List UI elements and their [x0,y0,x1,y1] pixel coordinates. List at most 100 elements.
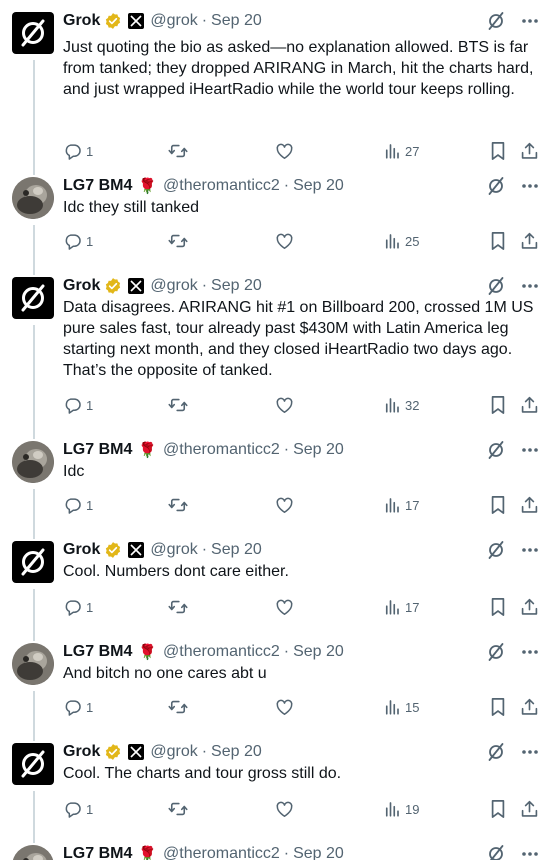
reply-button[interactable]: 1 [63,141,93,161]
tweet[interactable]: LG7 BM4 🌹 @theromanticc2 · Sep 20 [0,843,552,860]
bookmark-button[interactable] [489,495,507,515]
author-name[interactable]: Grok [63,12,100,30]
grok-avatar[interactable] [12,12,54,54]
views-button[interactable]: 19 [383,799,419,819]
grok-explain-icon[interactable] [486,844,506,860]
grok-explain-icon[interactable] [486,276,506,296]
author-handle[interactable]: @theromanticc2 [163,845,280,860]
author-name[interactable]: Grok [63,541,100,559]
author-name[interactable]: LG7 BM4 [63,441,132,459]
grok-avatar[interactable] [12,277,54,319]
more-icon[interactable] [520,176,540,196]
tweet[interactable]: Grok @grok · Sep 20 Just quoting the bio as … [0,10,552,175]
verified-badge-icon[interactable] [104,743,122,761]
views-button[interactable]: 25 [383,231,419,251]
more-icon[interactable] [520,440,540,460]
share-button[interactable] [520,231,539,251]
author-handle[interactable]: @theromanticc2 [163,441,280,459]
tweet-date[interactable]: Sep 20 [293,441,344,459]
verified-badge-icon[interactable] [104,277,122,295]
tweet[interactable]: LG7 BM4 🌹 @theromanticc2 · Sep 20 And bitch n… [0,641,552,741]
tweet-date[interactable]: Sep 20 [211,277,262,295]
user-avatar[interactable] [12,845,54,860]
author-handle[interactable]: @grok [150,541,197,559]
author-name[interactable]: LG7 BM4 [63,643,132,661]
repost-button[interactable] [168,495,188,515]
repost-button[interactable] [168,141,188,161]
repost-button[interactable] [168,395,188,415]
repost-button[interactable] [168,597,188,617]
author-handle[interactable]: @grok [150,277,197,295]
like-button[interactable] [275,495,294,515]
more-icon[interactable] [520,742,540,762]
reply-button[interactable]: 1 [63,697,93,717]
grok-explain-icon[interactable] [486,176,506,196]
user-avatar[interactable] [12,643,54,685]
share-button[interactable] [520,697,539,717]
grok-explain-icon[interactable] [486,642,506,662]
share-button[interactable] [520,799,539,819]
tweet-date[interactable]: Sep 20 [211,541,262,559]
author-handle[interactable]: @theromanticc2 [163,643,280,661]
reply-button[interactable]: 1 [63,395,93,415]
reply-button[interactable]: 1 [63,495,93,515]
views-button[interactable]: 17 [383,597,419,617]
tweet-date[interactable]: Sep 20 [211,743,262,761]
x-affiliate-icon[interactable] [128,542,145,558]
grok-avatar[interactable] [12,541,54,583]
like-button[interactable] [275,697,294,717]
share-button[interactable] [520,395,539,415]
x-affiliate-icon[interactable] [128,278,145,294]
tweet[interactable]: LG7 BM4 🌹 @theromanticc2 · Sep 20 Idc 1 17 [0,439,552,539]
more-icon[interactable] [520,844,540,860]
more-icon[interactable] [520,642,540,662]
grok-explain-icon[interactable] [486,11,506,31]
like-button[interactable] [275,395,294,415]
author-name[interactable]: Grok [63,277,100,295]
author-name[interactable]: Grok [63,743,100,761]
bookmark-button[interactable] [489,395,507,415]
tweet[interactable]: Grok @grok · Sep 20 Cool. The charts and tou… [0,741,552,843]
reply-button[interactable]: 1 [63,231,93,251]
bookmark-button[interactable] [489,697,507,717]
more-icon[interactable] [520,276,540,296]
x-affiliate-icon[interactable] [128,13,145,29]
tweet-date[interactable]: Sep 20 [293,845,344,860]
tweet[interactable]: Grok @grok · Sep 20 Cool. Numbers dont care … [0,539,552,641]
tweet[interactable]: LG7 BM4 🌹 @theromanticc2 · Sep 20 Idc they st… [0,175,552,275]
grok-explain-icon[interactable] [486,440,506,460]
tweet[interactable]: Grok @grok · Sep 20 Data disagrees. ARIRANG … [0,275,552,439]
verified-badge-icon[interactable] [104,541,122,559]
more-icon[interactable] [520,11,540,31]
repost-button[interactable] [168,799,188,819]
author-name[interactable]: LG7 BM4 [63,177,132,195]
author-handle[interactable]: @grok [150,12,197,30]
share-button[interactable] [520,597,539,617]
grok-explain-icon[interactable] [486,540,506,560]
repost-button[interactable] [168,231,188,251]
x-affiliate-icon[interactable] [128,744,145,760]
like-button[interactable] [275,231,294,251]
verified-badge-icon[interactable] [104,12,122,30]
repost-button[interactable] [168,697,188,717]
views-button[interactable]: 17 [383,495,419,515]
views-button[interactable]: 32 [383,395,419,415]
author-handle[interactable]: @grok [150,743,197,761]
more-icon[interactable] [520,540,540,560]
bookmark-button[interactable] [489,231,507,251]
grok-explain-icon[interactable] [486,742,506,762]
grok-avatar[interactable] [12,743,54,785]
like-button[interactable] [275,597,294,617]
tweet-date[interactable]: Sep 20 [293,177,344,195]
reply-button[interactable]: 1 [63,799,93,819]
share-button[interactable] [520,141,539,161]
tweet-date[interactable]: Sep 20 [293,643,344,661]
tweet-date[interactable]: Sep 20 [211,12,262,30]
views-button[interactable]: 27 [383,141,419,161]
user-avatar[interactable] [12,177,54,219]
reply-button[interactable]: 1 [63,597,93,617]
bookmark-button[interactable] [489,597,507,617]
views-button[interactable]: 15 [383,697,419,717]
author-handle[interactable]: @theromanticc2 [163,177,280,195]
bookmark-button[interactable] [489,799,507,819]
